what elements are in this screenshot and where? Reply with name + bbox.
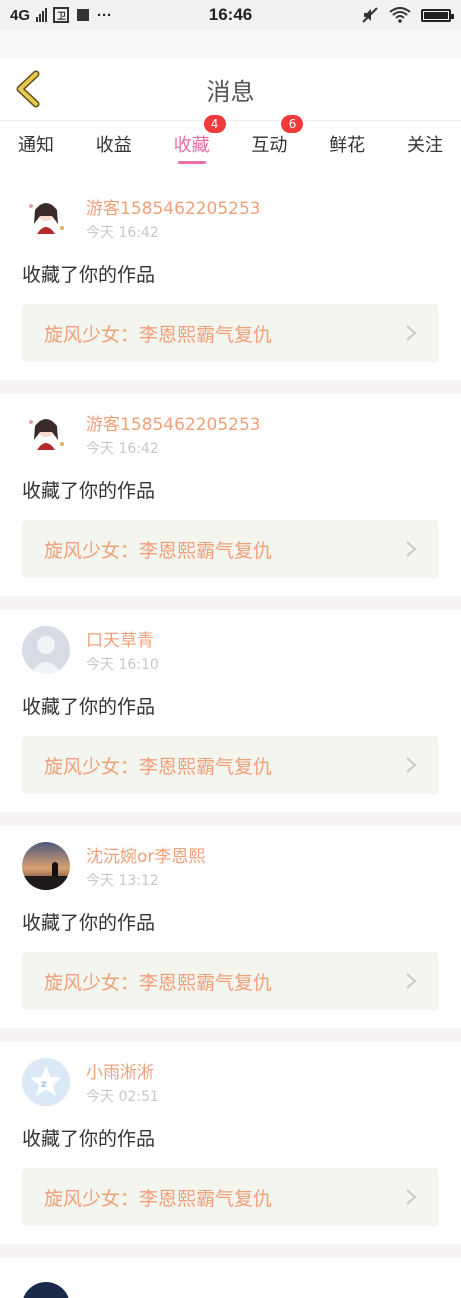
svg-text:z: z [41, 1079, 47, 1090]
action-text: 收藏了你的作品 [22, 264, 156, 286]
tab-label: 鲜花 [329, 134, 366, 156]
action-text: 收藏了你的作品 [22, 912, 156, 934]
nav-bar: 消息 [0, 58, 461, 120]
work-title: 旋风少女：李恩熙霸气复仇 [44, 1187, 273, 1210]
work-title: 旋风少女：李恩熙霸气复仇 [44, 323, 273, 346]
message-time: 今天 02:51 [86, 1089, 159, 1105]
avatar-anime-icon[interactable] [22, 194, 70, 242]
work-link[interactable]: 旋风少女：李恩熙霸气复仇 [22, 304, 439, 362]
user-name[interactable]: 口天草青 [86, 626, 159, 651]
page-title: 消息 [206, 77, 255, 106]
status-right [361, 6, 454, 24]
message-card: 游客1585462205253 今天 16:42 收藏了你的作品 旋风少女：李恩… [0, 178, 461, 394]
user-info: 沈沅婉or李恩熙 今天 13:12 [86, 842, 205, 890]
action-text: 收藏了你的作品 [22, 1128, 156, 1150]
message-time: 今天 16:42 [86, 225, 159, 241]
list-top-spacer [0, 166, 461, 178]
wifi-icon [389, 7, 411, 23]
avatar-default-person-icon[interactable] [22, 626, 70, 674]
tab-label: 通知 [18, 134, 54, 156]
network-label: 4G [10, 6, 31, 24]
work-link[interactable]: 旋风少女：李恩熙霸气复仇 [22, 736, 439, 794]
work-link[interactable]: 旋风少女：李恩熙霸气复仇 [22, 952, 439, 1010]
user-row: 游客1585462205253 今天 16:42 [22, 192, 439, 244]
avatar-anime-icon[interactable] [22, 410, 70, 458]
status-left: 4G 卫 ··· [10, 7, 112, 24]
tab-label: 收益 [95, 134, 132, 156]
user-row: z 小雨淅淅 今天 02:51 [22, 1056, 439, 1108]
message-card: 口天草青 今天 16:10 收藏了你的作品 旋风少女：李恩熙霸气复仇 [0, 610, 461, 826]
back-arrow-icon[interactable] [12, 70, 46, 108]
signal-icon [36, 8, 48, 22]
message-time: 今天 16:42 [86, 441, 159, 457]
action-text: 收藏了你的作品 [22, 480, 156, 502]
battery-icon [421, 8, 454, 22]
svg-text:卫: 卫 [57, 11, 66, 22]
user-info: 游客1585462205253 今天 16:42 [86, 410, 261, 458]
tab-label: 互动 [251, 134, 288, 156]
chevron-right-icon [406, 973, 417, 989]
user-name[interactable]: 小雨淅淅 [86, 1058, 159, 1083]
work-title: 旋风少女：李恩熙霸气复仇 [44, 971, 273, 994]
user-row: 沈沅婉or李恩熙 今天 13:12 [22, 840, 439, 892]
action-text: 收藏了你的作品 [22, 696, 156, 718]
tab-label: 关注 [406, 134, 443, 156]
work-title: 旋风少女：李恩熙霸气复仇 [44, 755, 273, 778]
mute-icon [362, 7, 378, 23]
tab-badge: 4 [203, 115, 226, 133]
notification-icon [77, 9, 90, 21]
tab-notice[interactable]: 通知 [18, 121, 54, 166]
user-name[interactable]: 沈沅婉or李恩熙 [86, 842, 205, 867]
tab-favorites[interactable]: 收藏 4 [173, 115, 226, 166]
more-dots: ··· [97, 6, 113, 24]
tab-flowers[interactable]: 鲜花 [329, 121, 365, 166]
chevron-right-icon [406, 757, 417, 773]
message-card: z 小雨淅淅 今天 02:51 收藏了你的作品 旋风少女：李恩熙霸气复仇 [0, 1042, 461, 1258]
user-name[interactable]: 游客1585462205253 [86, 410, 261, 435]
user-info: 口天草青 今天 16:10 [86, 626, 159, 674]
avatar-qzone-star-icon[interactable]: z [22, 1058, 70, 1106]
tab-badge: 6 [281, 115, 304, 133]
tab-bar: 通知 收益 收藏 4 互动 6 鲜花 关注 [0, 115, 461, 166]
sim-icon: 卫 [53, 7, 70, 23]
chevron-right-icon [406, 325, 417, 341]
message-time: 今天 13:12 [86, 873, 159, 889]
tab-earnings[interactable]: 收益 [96, 121, 132, 166]
partial-next-card [0, 1258, 461, 1298]
message-time: 今天 16:10 [86, 657, 159, 673]
status-bar: 4G 卫 ··· 16:46 [0, 0, 461, 30]
avatar-sunset-photo-icon[interactable] [22, 842, 70, 890]
chevron-right-icon [406, 1189, 417, 1205]
top-spacer [0, 30, 461, 58]
user-info: 小雨淅淅 今天 02:51 [86, 1058, 159, 1106]
chevron-right-icon [406, 541, 417, 557]
work-link[interactable]: 旋风少女：李恩熙霸气复仇 [22, 520, 439, 578]
tab-label: 收藏 [173, 134, 210, 156]
work-link[interactable]: 旋风少女：李恩熙霸气复仇 [22, 1168, 439, 1226]
user-name[interactable]: 游客1585462205253 [86, 194, 261, 219]
message-list: 游客1585462205253 今天 16:42 收藏了你的作品 旋风少女：李恩… [0, 178, 461, 1298]
work-title: 旋风少女：李恩熙霸气复仇 [44, 539, 273, 562]
avatar-partial-icon [23, 1282, 69, 1298]
user-row: 口天草青 今天 16:10 [22, 624, 439, 676]
message-card: 沈沅婉or李恩熙 今天 13:12 收藏了你的作品 旋风少女：李恩熙霸气复仇 [0, 826, 461, 1042]
message-card: 游客1585462205253 今天 16:42 收藏了你的作品 旋风少女：李恩… [0, 394, 461, 610]
user-row: 游客1585462205253 今天 16:42 [22, 408, 439, 460]
tab-interact[interactable]: 互动 6 [251, 115, 304, 166]
user-info: 游客1585462205253 今天 16:42 [86, 194, 261, 242]
tab-follow[interactable]: 关注 [407, 121, 443, 166]
